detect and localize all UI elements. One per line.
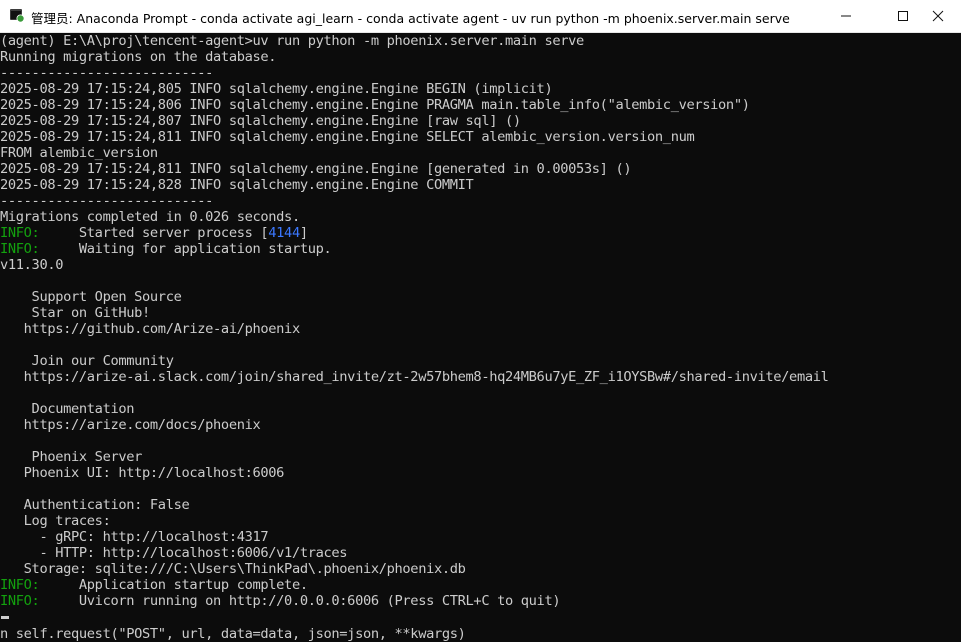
info-text: Waiting for application startup. [39, 241, 332, 257]
info-text-end: ] [299, 225, 308, 241]
info-text: Uvicorn running on http://0.0.0.0:6006 (… [39, 593, 561, 609]
console-line: https://github.com/Arize-ai/phoenix [0, 321, 301, 337]
info-line-started: INFO: Started server process [4144] [0, 225, 308, 241]
console-line: Star on GitHub! [0, 305, 151, 321]
console-line: https://arize.com/docs/phoenix [0, 417, 261, 433]
close-button[interactable] [915, 0, 961, 32]
minimize-button[interactable] [823, 0, 869, 32]
console-line: Log traces: [0, 513, 111, 529]
console-line: Storage: sqlite:///C:\Users\ThinkPad\.ph… [0, 561, 466, 577]
console-line: v11.30.0 [0, 257, 64, 273]
console-line: --------------------------- [0, 193, 214, 209]
console-line: Support Open Source [0, 289, 182, 305]
text-cursor [1, 616, 9, 619]
console-line: 2025-08-29 17:15:24,811 INFO sqlalchemy.… [0, 161, 632, 177]
terminal-icon [10, 9, 25, 23]
console-line: 2025-08-29 17:15:24,806 INFO sqlalchemy.… [0, 97, 750, 113]
process-id: 4144 [268, 225, 300, 241]
console-line: Join our Community [0, 353, 174, 369]
console-line: (agent) E:\A\proj\tencent-agent>uv run p… [0, 33, 584, 49]
close-icon [932, 10, 944, 22]
info-prefix: INFO: [0, 225, 40, 241]
minimize-icon [841, 15, 851, 17]
console-line: - HTTP: http://localhost:6006/v1/traces [0, 545, 348, 561]
console-line: FROM alembic_version [0, 145, 158, 161]
maximize-icon [898, 11, 908, 21]
console-output[interactable]: (agent) E:\A\proj\tencent-agent>uv run p… [0, 33, 961, 637]
console-line: 2025-08-29 17:15:24,828 INFO sqlalchemy.… [0, 177, 474, 193]
scrollbar[interactable] [954, 33, 961, 637]
console-line: --------------------------- [0, 65, 214, 81]
info-text: Started server process [ [39, 225, 269, 241]
console-line: Migrations completed in 0.026 seconds. [0, 209, 300, 225]
clipped-console-line: n self.request("POST", url, data=data, j… [0, 626, 466, 642]
title-bar[interactable]: 管理员: Anaconda Prompt - conda activate ag… [0, 0, 961, 33]
console-line: Authentication: False [0, 497, 190, 513]
info-text: Application startup complete. [39, 577, 308, 593]
info-line-waiting: INFO: Waiting for application startup. [0, 241, 332, 257]
console-line: 2025-08-29 17:15:24,805 INFO sqlalchemy.… [0, 81, 553, 97]
console-line: Documentation [0, 401, 135, 417]
console-line: Phoenix UI: http://localhost:6006 [0, 465, 285, 481]
console-line: 2025-08-29 17:15:24,807 INFO sqlalchemy.… [0, 113, 521, 129]
console-line: https://arize-ai.slack.com/join/shared_i… [0, 369, 829, 385]
info-prefix: INFO: [0, 241, 40, 257]
console-line: - gRPC: http://localhost:4317 [0, 529, 269, 545]
info-prefix: INFO: [0, 593, 40, 609]
info-line-complete: INFO: Application startup complete. [0, 577, 308, 593]
info-prefix: INFO: [0, 577, 40, 593]
console-line: Phoenix Server [0, 449, 143, 465]
console-line: Running migrations on the database. [0, 49, 277, 65]
info-line-uvicorn: INFO: Uvicorn running on http://0.0.0.0:… [0, 593, 561, 609]
console-line: 2025-08-29 17:15:24,811 INFO sqlalchemy.… [0, 129, 695, 145]
window-title: 管理员: Anaconda Prompt - conda activate ag… [31, 11, 790, 26]
